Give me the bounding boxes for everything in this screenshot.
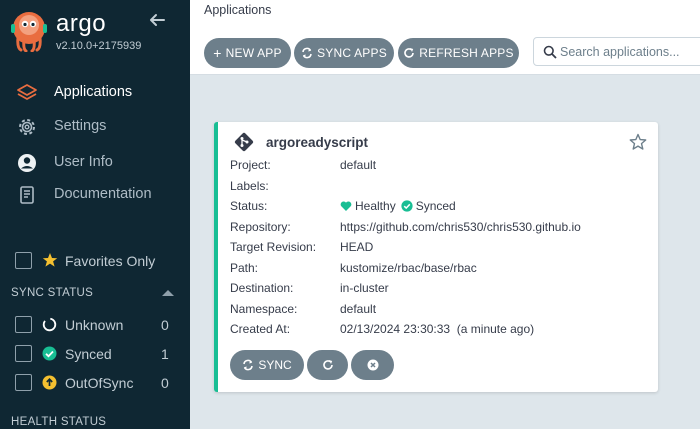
collapse-caret-icon[interactable]: [162, 290, 174, 296]
favorites-only-toggle[interactable]: Favorites Only: [15, 250, 185, 272]
filter-count: 0: [161, 375, 169, 391]
health-status-label: Healthy: [355, 199, 396, 213]
refresh-apps-button[interactable]: REFRESH APPS: [398, 38, 519, 68]
filter-checkbox[interactable]: [15, 316, 32, 333]
close-circle-icon: [367, 359, 378, 371]
filter-label: Unknown: [65, 317, 124, 333]
gear-icon: [19, 119, 35, 135]
search-icon: [543, 45, 557, 59]
refresh-icon: [404, 48, 415, 58]
filter-unknown[interactable]: Unknown 0: [15, 314, 175, 336]
app-name[interactable]: argoreadyscript: [266, 135, 368, 150]
sync-button[interactable]: SYNC: [230, 350, 304, 380]
filter-out-of-sync[interactable]: OutOfSync 0: [15, 372, 175, 394]
toolbar: + NEW APP SYNC APPS REFRESH APPS: [190, 28, 700, 75]
nav-label: Settings: [54, 118, 107, 134]
field-path: Path: kustomize/rbac/base/rbac: [230, 261, 477, 275]
favorite-star-icon[interactable]: [629, 133, 647, 151]
favorites-label: Favorites Only: [65, 253, 156, 269]
field-target-revision: Target Revision: HEAD: [230, 240, 374, 254]
filter-count: 0: [161, 317, 169, 333]
nav-item-applications[interactable]: Applications: [0, 78, 190, 108]
sidebar: argo v2.10.0+2175939 Applications Settin…: [0, 0, 190, 429]
doc-icon: [20, 186, 34, 204]
collapse-sidebar-arrow-icon[interactable]: [147, 10, 167, 30]
user-icon: [18, 154, 36, 172]
field-created-at: Created At: 02/13/2024 23:30:33 (a minut…: [230, 322, 535, 336]
field-status: Status: Healthy Synced: [230, 199, 456, 213]
version-label: v2.10.0+2175939: [56, 40, 142, 52]
filter-checkbox[interactable]: [15, 374, 32, 391]
out-of-sync-arrow-icon: [42, 375, 57, 390]
page-title: Applications: [204, 3, 272, 17]
field-labels: Labels:: [230, 179, 269, 193]
nav-item-settings[interactable]: Settings: [0, 112, 190, 142]
sync-apps-button[interactable]: SYNC APPS: [294, 38, 394, 68]
sync-status-label: Synced: [415, 199, 456, 213]
stack-icon: [17, 84, 37, 100]
sync-status-title: SYNC STATUS: [11, 287, 94, 299]
synced-check-icon: [42, 346, 57, 361]
refresh-icon: [322, 360, 333, 370]
filter-count: 1: [161, 346, 169, 362]
new-app-button[interactable]: + NEW APP: [204, 38, 291, 68]
brand-name: argo: [56, 10, 107, 37]
nav-label: Documentation: [54, 186, 152, 202]
field-destination: Destination: in-cluster: [230, 281, 389, 295]
heart-icon: [340, 201, 352, 211]
nav-label: Applications: [54, 84, 133, 100]
nav-item-user-info[interactable]: User Info: [0, 148, 190, 178]
nav-item-documentation[interactable]: Documentation: [0, 180, 190, 210]
filter-checkbox[interactable]: [15, 345, 32, 362]
synced-check-icon: [401, 200, 413, 212]
plus-icon: +: [213, 45, 222, 61]
sync-icon: [302, 47, 312, 59]
git-icon: [234, 132, 254, 152]
field-repository: Repository: https://github.com/chris530/…: [230, 220, 581, 234]
search-box[interactable]: [533, 37, 700, 66]
star-icon: [42, 253, 58, 267]
unknown-status-icon: [42, 317, 57, 332]
top-bar: Applications: [190, 0, 700, 28]
delete-button[interactable]: [351, 350, 394, 380]
filter-label: OutOfSync: [65, 375, 134, 391]
health-status-title: HEALTH STATUS: [11, 416, 107, 428]
refresh-button[interactable]: [307, 350, 348, 380]
field-namespace: Namespace: default: [230, 302, 377, 316]
nav-label: User Info: [54, 154, 113, 170]
favorites-checkbox[interactable]: [15, 252, 32, 269]
sync-icon: [243, 359, 254, 371]
filter-label: Synced: [65, 346, 112, 362]
argo-logo-icon: [11, 12, 47, 52]
field-project: Project: default: [230, 158, 377, 172]
application-card[interactable]: argoreadyscript Project: default Labels:…: [214, 122, 658, 392]
search-input[interactable]: [560, 43, 700, 61]
filter-synced[interactable]: Synced 1: [15, 343, 175, 365]
